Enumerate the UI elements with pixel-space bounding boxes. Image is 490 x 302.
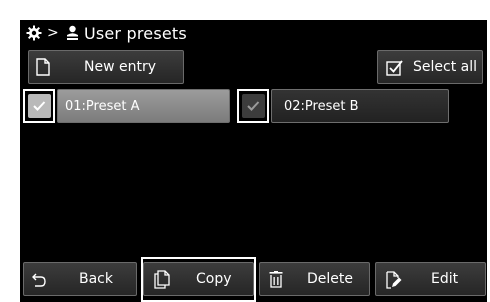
document-icon (36, 58, 50, 76)
delete-label: Delete (307, 271, 353, 287)
breadcrumb-separator: > (47, 25, 59, 41)
select-all-label: Select all (413, 59, 477, 75)
title-bar: > User presets (20, 20, 487, 46)
new-entry-label: New entry (84, 59, 157, 75)
preset-label: 02:Preset B (284, 98, 359, 114)
copy-icon (154, 270, 170, 289)
trash-icon (269, 271, 283, 288)
preset-label: 01:Preset A (65, 98, 140, 114)
checkmark-icon (247, 101, 260, 111)
user-icon (66, 25, 79, 41)
preset-checkbox-a[interactable] (23, 89, 55, 123)
checkbox-checked (27, 94, 51, 118)
checkbox-checked (241, 94, 265, 118)
preset-item-a[interactable]: 01:Preset A (57, 89, 230, 123)
preset-checkbox-b[interactable] (237, 89, 269, 123)
preset-item-b[interactable]: 02:Preset B (271, 89, 449, 123)
checked-box-icon (386, 59, 404, 76)
back-label: Back (79, 271, 113, 287)
checkmark-icon (33, 101, 46, 111)
page-title: User presets (83, 23, 187, 43)
edit-button[interactable]: Edit (375, 262, 486, 296)
back-arrow-icon (32, 273, 46, 287)
new-entry-button[interactable]: New entry (28, 50, 184, 84)
edit-label: Edit (431, 271, 459, 287)
back-button[interactable]: Back (23, 262, 137, 296)
copy-button[interactable]: Copy (143, 262, 254, 296)
delete-button[interactable]: Delete (259, 262, 370, 296)
edit-document-icon (386, 271, 402, 289)
device-screen: > User presets New entry Select all 01:P… (20, 20, 487, 302)
gear-icon[interactable] (26, 25, 42, 41)
copy-label: Copy (196, 271, 232, 287)
select-all-button[interactable]: Select all (377, 50, 483, 84)
